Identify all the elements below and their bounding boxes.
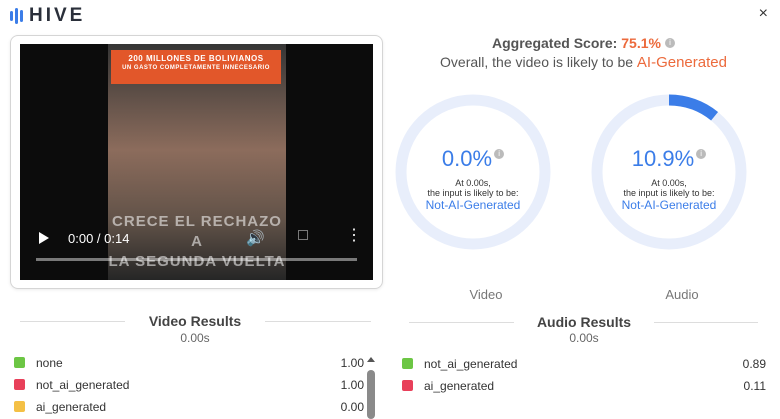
summary-verdict: AI-Generated xyxy=(636,54,727,71)
audio-results-time: 0.00s xyxy=(569,331,599,345)
audio-results-title: Audio Results xyxy=(514,314,654,330)
video-player[interactable]: 200 MILLONES DE BOLIVIANOS UN GASTO COMP… xyxy=(20,44,373,280)
gauge-likely-text: the input is likely to be: xyxy=(623,188,715,198)
audio-result-row: not_ai_generated 0.89 xyxy=(402,356,768,372)
video-result-row: none 1.00 xyxy=(14,355,364,371)
app-name: HIVE xyxy=(29,5,86,26)
more-options-icon[interactable]: ⋮ xyxy=(346,228,362,244)
result-value: 0.11 xyxy=(743,379,766,393)
audio-gauge-label: Audio xyxy=(665,287,699,302)
play-icon[interactable] xyxy=(39,232,49,244)
info-icon[interactable]: i xyxy=(664,38,675,48)
result-label: ai_generated xyxy=(424,379,495,393)
gauge-time: At 0.00s, xyxy=(651,178,687,188)
legend-dot xyxy=(14,401,25,412)
hive-logo: HIVE xyxy=(10,5,85,27)
video-score-gauge: 0.0% i At 0.00s, the input is likely to b… xyxy=(393,92,553,252)
video-result-row: ai_generated 0.00 xyxy=(14,399,364,415)
video-result-row: not_ai_generated 1.00 xyxy=(14,377,364,393)
result-label: none xyxy=(36,356,63,370)
banner-line-2: UN GASTO COMPLETAMENTE INNECESARIO xyxy=(122,65,270,71)
fullscreen-icon[interactable] xyxy=(298,230,308,240)
gauge-prediction: Not-AI-Generated xyxy=(425,198,521,212)
legend-dot xyxy=(402,380,413,391)
gauge-track xyxy=(591,94,747,250)
result-value: 0.89 xyxy=(742,357,766,371)
scrollbar-thumb[interactable] xyxy=(367,370,375,419)
gauge-likely-text: the input is likely to be: xyxy=(427,188,519,198)
video-controls: 0:00 / 0:14 🔊 ⋮ xyxy=(20,219,373,280)
info-icon[interactable]: i xyxy=(696,149,707,159)
aggregated-score-value: 75.1% xyxy=(621,35,661,51)
result-value: 0.00 xyxy=(340,400,364,414)
gauge-value: 10.9% xyxy=(631,146,695,171)
gauge-time: At 0.00s, xyxy=(455,178,491,188)
legend-dot xyxy=(402,358,413,369)
gauge-track xyxy=(395,94,551,250)
audio-result-row: ai_generated 0.11 xyxy=(402,378,768,394)
video-progress-bar[interactable] xyxy=(36,258,357,261)
hive-logo-mark xyxy=(10,8,23,24)
volume-icon[interactable]: 🔊 xyxy=(246,229,265,247)
result-label: not_ai_generated xyxy=(36,378,130,392)
result-label: not_ai_generated xyxy=(424,357,518,371)
video-banner: 200 MILLONES DE BOLIVIANOS UN GASTO COMP… xyxy=(111,50,281,84)
info-icon[interactable]: i xyxy=(494,149,505,159)
result-value: 1.00 xyxy=(340,356,364,370)
video-gauge-label: Video xyxy=(469,287,503,302)
gauge-prediction: Not-AI-Generated xyxy=(621,198,717,212)
audio-score-gauge: 10.9% i At 0.00s, the input is likely to … xyxy=(589,92,749,252)
legend-dot xyxy=(14,379,25,390)
result-label: ai_generated xyxy=(36,400,107,414)
legend-dot xyxy=(14,357,25,368)
summary-subtitle: Overall, the video is likely to be xyxy=(440,54,634,70)
video-results-title: Video Results xyxy=(125,313,265,329)
aggregated-score-label: Aggregated Score: xyxy=(492,35,618,51)
banner-line-1: 200 MILLONES DE BOLIVIANOS xyxy=(128,54,264,63)
close-icon[interactable]: × xyxy=(759,5,768,23)
video-time: 0:00 / 0:14 xyxy=(68,231,130,246)
scroll-up-arrow-icon[interactable] xyxy=(367,357,375,362)
video-results-time: 0.00s xyxy=(180,331,210,345)
gauge-value: 0.0% xyxy=(441,146,493,171)
aggregated-summary: Aggregated Score: 75.1% i Overall, the v… xyxy=(395,35,772,71)
video-card: 200 MILLONES DE BOLIVIANOS UN GASTO COMP… xyxy=(10,35,383,289)
result-value: 1.00 xyxy=(340,378,364,392)
